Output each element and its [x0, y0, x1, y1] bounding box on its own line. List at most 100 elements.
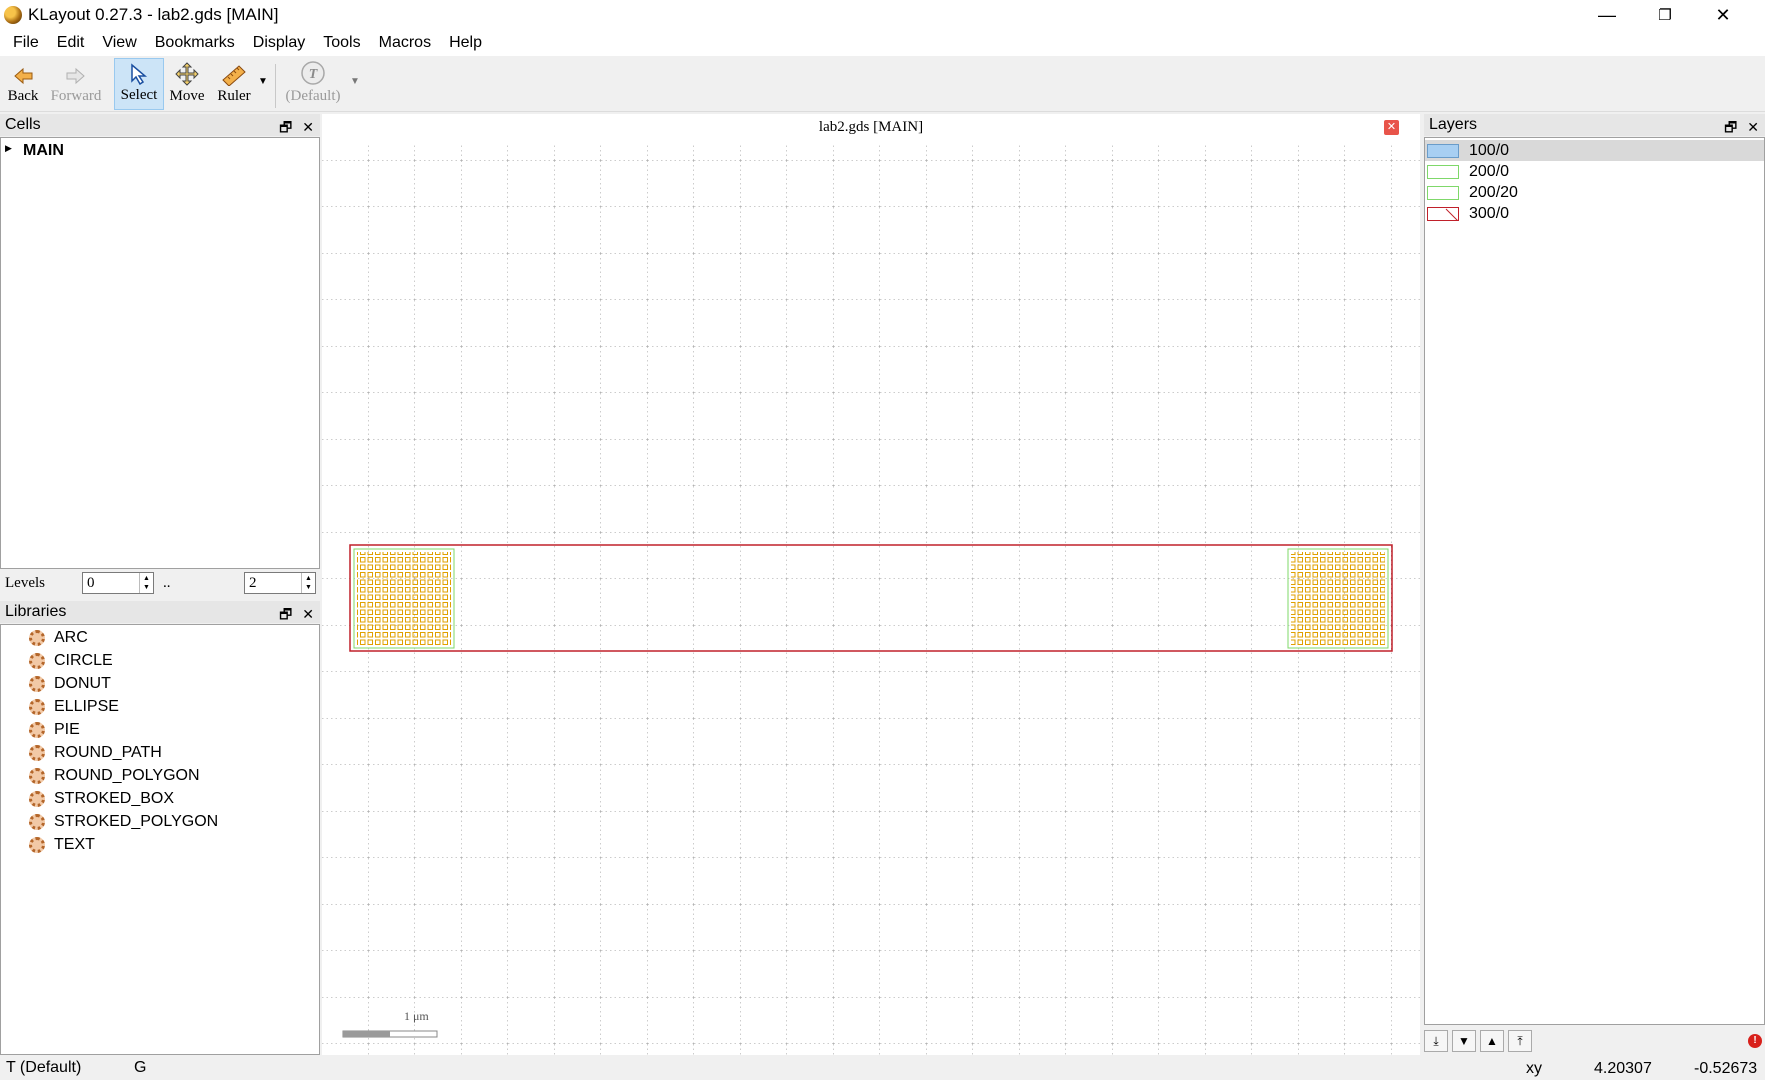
- select-tool-button[interactable]: Select: [114, 58, 164, 110]
- levels-label: Levels: [5, 575, 45, 591]
- library-item-label: STROKED_POLYGON: [54, 813, 219, 830]
- library-item[interactable]: STROKED_POLYGON: [29, 813, 218, 831]
- scale-bar-fill: [343, 1031, 390, 1037]
- forward-label: Forward: [50, 88, 102, 104]
- levels-from-spinbox[interactable]: 0 ▲ ▼: [82, 572, 154, 594]
- restore-button[interactable]: ❐: [1636, 0, 1694, 30]
- libraries-panel-title: Libraries: [5, 603, 67, 620]
- menu-view[interactable]: View: [93, 34, 145, 52]
- status-bar: T (Default) G xy 4.20307 -0.52673: [0, 1057, 1765, 1080]
- float-panel-icon[interactable]: 🗗: [279, 116, 292, 138]
- text-style-icon: T: [301, 61, 325, 85]
- library-item[interactable]: CIRCLE: [29, 652, 113, 670]
- move-layer-up-icon[interactable]: ▲: [1480, 1030, 1504, 1052]
- cells-tree[interactable]: ▶ MAIN: [0, 137, 320, 569]
- layer-row[interactable]: 100/0: [1425, 140, 1764, 161]
- move-tool-button[interactable]: Move: [166, 58, 208, 110]
- menu-file[interactable]: File: [4, 34, 48, 52]
- status-x-coordinate: 4.20307: [1594, 1060, 1652, 1077]
- close-panel-icon[interactable]: ✕: [302, 603, 314, 625]
- library-item[interactable]: PIE: [29, 721, 80, 739]
- text-style-dropdown-chevron-icon[interactable]: ▼: [350, 76, 360, 87]
- text-style-button[interactable]: T (Default): [282, 58, 344, 110]
- layer-row[interactable]: 200/0: [1425, 161, 1764, 182]
- layer-swatch-icon: [1427, 206, 1459, 221]
- status-mode: T (Default): [6, 1059, 82, 1076]
- cells-panel-header: Cells 🗗 ✕: [0, 114, 320, 136]
- layer-row[interactable]: 300/0: [1425, 203, 1764, 224]
- pcell-gear-icon: [29, 837, 45, 853]
- close-panel-icon[interactable]: ✕: [1747, 116, 1759, 138]
- menu-help[interactable]: Help: [440, 34, 491, 52]
- scale-bar-label: 1 μm: [404, 1009, 429, 1023]
- float-panel-icon[interactable]: 🗗: [1724, 116, 1737, 138]
- library-item-label: DONUT: [54, 675, 111, 692]
- cell-item-main[interactable]: MAIN: [23, 142, 64, 160]
- layout-canvas[interactable]: lab2.gds [MAIN] ✕ 1 μm: [322, 114, 1420, 1055]
- expand-arrow-icon[interactable]: ▶: [5, 143, 12, 154]
- move-layer-bottom-icon[interactable]: ⤓: [1424, 1030, 1448, 1052]
- cells-panel-title: Cells: [5, 116, 41, 133]
- ruler-tool-button[interactable]: Ruler: [212, 58, 256, 110]
- back-arrow-icon: [14, 67, 33, 85]
- library-item-label: PIE: [54, 721, 80, 738]
- library-item-label: ELLIPSE: [54, 698, 119, 715]
- right-via-array[interactable]: [1291, 552, 1385, 645]
- close-panel-icon[interactable]: ✕: [302, 116, 314, 138]
- levels-to-value: 2: [249, 575, 257, 591]
- ruler-icon: [222, 65, 246, 86]
- menu-macros[interactable]: Macros: [370, 34, 440, 52]
- spin-arrows-icon[interactable]: ▲ ▼: [139, 573, 153, 593]
- layer-row[interactable]: 200/20: [1425, 182, 1764, 203]
- library-item[interactable]: DONUT: [29, 675, 111, 693]
- pcell-gear-icon: [29, 722, 45, 738]
- status-y-coordinate: -0.52673: [1694, 1060, 1758, 1077]
- library-item-label: STROKED_BOX: [54, 790, 175, 807]
- move-layer-down-icon[interactable]: ▼: [1452, 1030, 1476, 1052]
- library-item-label: CIRCLE: [54, 652, 113, 669]
- pcell-gear-icon: [29, 814, 45, 830]
- layout-drawing[interactable]: [322, 114, 1420, 1055]
- menu-display[interactable]: Display: [244, 34, 314, 52]
- levels-separator: ..: [163, 575, 171, 591]
- library-item[interactable]: ARC: [29, 629, 88, 647]
- back-label: Back: [7, 88, 39, 104]
- menu-tools[interactable]: Tools: [314, 34, 369, 52]
- levels-row: Levels 0 ▲ ▼ .. 2 ▲ ▼: [0, 570, 320, 596]
- library-item[interactable]: STROKED_BOX: [29, 790, 174, 808]
- menu-bookmarks[interactable]: Bookmarks: [146, 34, 244, 52]
- library-item[interactable]: ELLIPSE: [29, 698, 119, 716]
- library-item-label: ROUND_POLYGON: [54, 767, 200, 784]
- layer-swatch-icon: [1427, 164, 1459, 179]
- svg-text:T: T: [309, 67, 319, 82]
- pcell-gear-icon: [29, 653, 45, 669]
- library-item[interactable]: ROUND_PATH: [29, 744, 162, 762]
- ruler-label: Ruler: [217, 88, 251, 104]
- minimize-button[interactable]: —: [1578, 0, 1636, 30]
- left-via-array[interactable]: [357, 552, 451, 645]
- library-item[interactable]: TEXT: [29, 836, 95, 854]
- pcell-gear-icon: [29, 768, 45, 784]
- layer-swatch-icon: [1427, 143, 1459, 158]
- back-button[interactable]: Back: [2, 58, 44, 110]
- library-item[interactable]: ROUND_POLYGON: [29, 767, 200, 785]
- library-item-label: ARC: [54, 629, 88, 646]
- close-button[interactable]: ✕: [1694, 0, 1752, 30]
- forward-button[interactable]: Forward: [48, 58, 104, 110]
- error-indicator-icon[interactable]: !: [1748, 1034, 1762, 1048]
- layers-list[interactable]: 100/0 200/0 200/20 300/0: [1424, 137, 1765, 1025]
- levels-to-spinbox[interactable]: 2 ▲ ▼: [244, 572, 316, 594]
- layers-panel-header: Layers 🗗 ✕: [1424, 114, 1765, 136]
- forward-arrow-icon: [66, 67, 85, 85]
- move-layer-top-icon[interactable]: ⤒: [1508, 1030, 1532, 1052]
- layer-name: 100/0: [1469, 141, 1510, 159]
- ruler-dropdown-chevron-icon[interactable]: ▼: [258, 76, 268, 87]
- status-coord-label: xy: [1526, 1060, 1542, 1077]
- float-panel-icon[interactable]: 🗗: [279, 603, 292, 625]
- libraries-list[interactable]: ARC CIRCLE DONUT ELLIPSE PIE ROUND_PATH …: [0, 624, 320, 1055]
- menu-edit[interactable]: Edit: [48, 34, 94, 52]
- select-label: Select: [120, 87, 158, 103]
- pcell-gear-icon: [29, 676, 45, 692]
- spin-arrows-icon[interactable]: ▲ ▼: [301, 573, 315, 593]
- layers-panel-title: Layers: [1429, 116, 1478, 133]
